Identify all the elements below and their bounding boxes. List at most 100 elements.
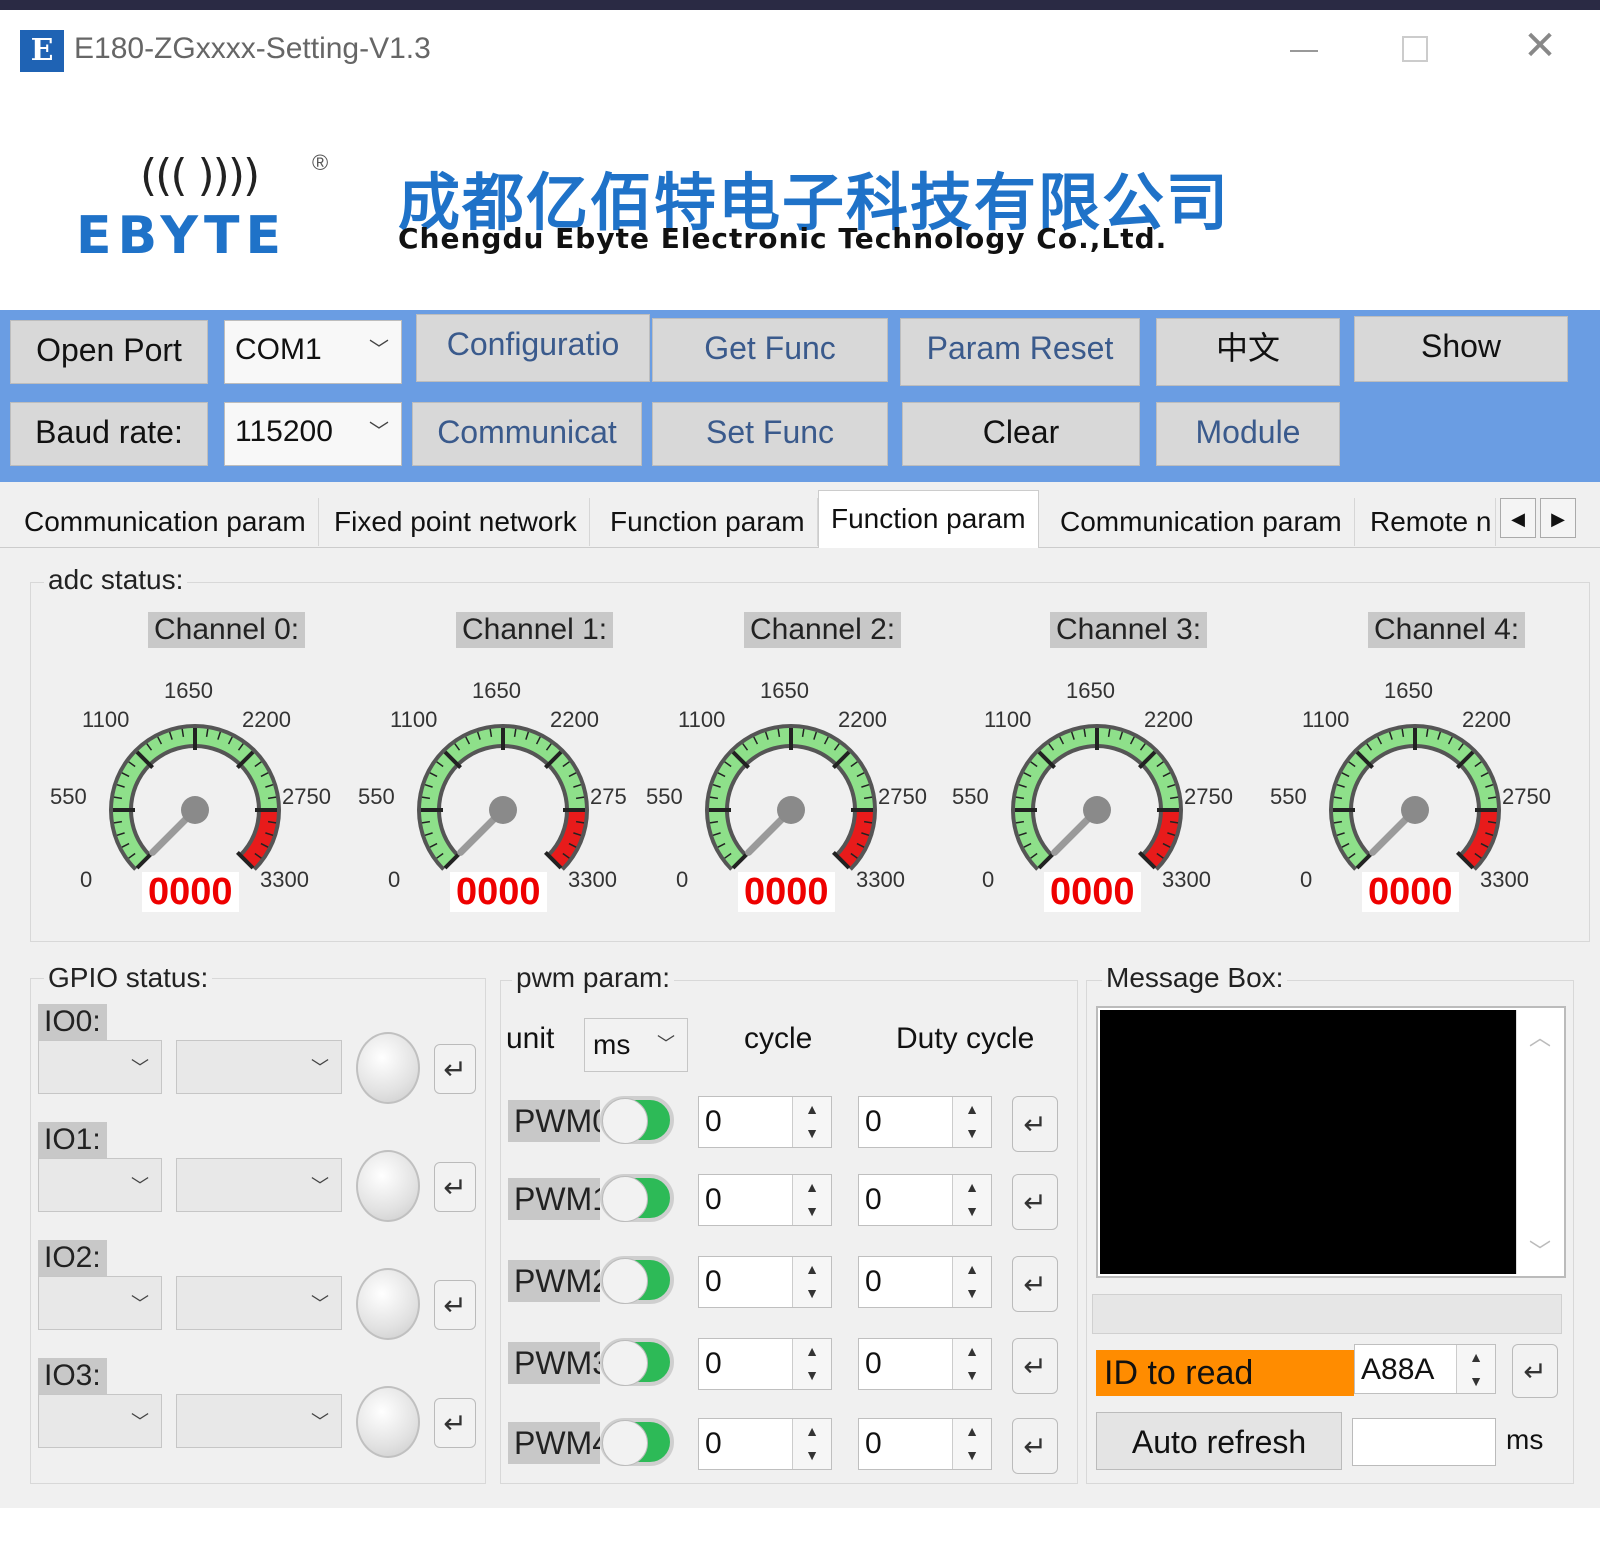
spinner-arrows-icon[interactable]: ▲ ▼ — [792, 1257, 831, 1307]
pwm-enable-toggle[interactable] — [600, 1096, 674, 1144]
scroll-down-icon[interactable]: ﹀ — [1529, 1234, 1551, 1266]
pwm-enable-toggle[interactable] — [600, 1418, 674, 1466]
pwm-apply-enter-icon[interactable]: ↵ — [1012, 1418, 1058, 1474]
window-top-strip — [0, 0, 1600, 10]
clear-button[interactable]: Clear — [902, 402, 1140, 466]
open-port-button[interactable]: Open Port — [10, 320, 208, 384]
tab-communication-param-2[interactable]: Communication param — [1048, 498, 1355, 546]
id-to-read-input[interactable]: A88A ▲ ▼ — [1354, 1344, 1496, 1394]
pwm-enable-toggle[interactable] — [600, 1256, 674, 1304]
spinner-arrows-icon[interactable]: ▲ ▼ — [952, 1097, 991, 1147]
gpio-status-led — [356, 1150, 420, 1222]
gauge-tick-label: 2750 — [1502, 784, 1551, 809]
gpio-apply-enter-icon[interactable]: ↵ — [434, 1280, 476, 1330]
gauge-tick-label: 1100 — [390, 707, 438, 732]
gpio-level-select[interactable]: ﹀ — [176, 1040, 342, 1094]
progress-bar — [1092, 1294, 1562, 1334]
pwm-duty-input[interactable]: 0 ▲ ▼ — [858, 1174, 992, 1226]
set-func-button[interactable]: Set Func — [652, 402, 888, 466]
spinner-arrows-icon[interactable]: ▲ ▼ — [952, 1257, 991, 1307]
spinner-arrows-icon[interactable]: ▲ ▼ — [1456, 1345, 1495, 1393]
auto-refresh-button[interactable]: Auto refresh — [1096, 1412, 1342, 1470]
message-box[interactable] — [1100, 1010, 1516, 1274]
pwm-cycle-input[interactable]: 0 ▲ ▼ — [698, 1418, 832, 1470]
pwm-cycle-input[interactable]: 0 ▲ ▼ — [698, 1256, 832, 1308]
minimize-icon[interactable] — [1280, 28, 1320, 68]
channel-label: Channel 2: — [744, 612, 902, 648]
pwm-duty-input[interactable]: 0 ▲ ▼ — [858, 1418, 992, 1470]
maximize-icon[interactable] — [1402, 36, 1428, 62]
gpio-mode-select[interactable]: ﹀ — [38, 1040, 162, 1094]
gpio-level-select[interactable]: ﹀ — [176, 1158, 342, 1212]
gpio-level-select[interactable]: ﹀ — [176, 1394, 342, 1448]
spinner-arrows-icon[interactable]: ▲ ▼ — [952, 1339, 991, 1389]
tab-function-param-active[interactable]: Function param — [818, 490, 1039, 548]
gpio-apply-enter-icon[interactable]: ↵ — [434, 1162, 476, 1212]
auto-refresh-interval-input[interactable] — [1352, 1418, 1496, 1466]
gauge-tick-label: 0 — [80, 867, 93, 892]
pwm-channel-label: PWM4 — [508, 1422, 600, 1464]
tab-remote[interactable]: Remote n — [1358, 498, 1496, 546]
pwm-cycle-input[interactable]: 0 ▲ ▼ — [698, 1338, 832, 1390]
pwm-cycle-value: 0 — [705, 1347, 722, 1380]
pwm-duty-input[interactable]: 0 ▲ ▼ — [858, 1256, 992, 1308]
gauge-tick-label: 550 — [50, 784, 87, 809]
spinner-arrows-icon[interactable]: ▲ ▼ — [952, 1175, 991, 1225]
gpio-level-select[interactable]: ﹀ — [176, 1276, 342, 1330]
tab-communication-param[interactable]: Communication param — [12, 498, 319, 546]
gauge-tick-label: 2200 — [838, 707, 887, 732]
pwm-cycle-input[interactable]: 0 ▲ ▼ — [698, 1174, 832, 1226]
gpio-mode-select[interactable]: ﹀ — [38, 1158, 162, 1212]
pwm-unit-select[interactable]: ms ﹀ — [584, 1018, 688, 1072]
gpio-apply-enter-icon[interactable]: ↵ — [434, 1398, 476, 1448]
pwm-apply-enter-icon[interactable]: ↵ — [1012, 1338, 1058, 1394]
spinner-arrows-icon[interactable]: ▲ ▼ — [792, 1419, 831, 1469]
gpio-status-label: GPIO status: — [44, 962, 213, 994]
pwm-apply-enter-icon[interactable]: ↵ — [1012, 1256, 1058, 1312]
pwm-cycle-input[interactable]: 0 ▲ ▼ — [698, 1096, 832, 1148]
pwm-enable-toggle[interactable] — [600, 1174, 674, 1222]
language-button[interactable]: 中文 — [1156, 318, 1340, 386]
pwm-duty-value: 0 — [865, 1347, 882, 1380]
pwm-channel-label: PWM0 — [508, 1100, 600, 1142]
gauge-tick-label: 2750 — [878, 784, 927, 809]
pwm-duty-input[interactable]: 0 ▲ ▼ — [858, 1338, 992, 1390]
tab-fixed-point-network[interactable]: Fixed point network — [322, 498, 590, 546]
com-port-select[interactable]: COM1 ﹀ — [224, 320, 402, 384]
tab-function-param[interactable]: Function param — [598, 498, 818, 546]
gpio-apply-enter-icon[interactable]: ↵ — [434, 1044, 476, 1094]
configuration-button[interactable]: Configuratio — [416, 314, 650, 382]
baud-rate-select[interactable]: 115200 ﹀ — [224, 402, 402, 466]
scroll-up-icon[interactable]: ︿ — [1529, 1020, 1551, 1052]
communication-button[interactable]: Communicat — [412, 402, 642, 466]
spinner-arrows-icon[interactable]: ▲ ▼ — [952, 1419, 991, 1469]
get-func-button[interactable]: Get Func — [652, 318, 888, 382]
module-button[interactable]: Module — [1156, 402, 1340, 466]
spinner-arrows-icon[interactable]: ▲ ▼ — [792, 1339, 831, 1389]
baud-rate-label: Baud rate: — [10, 402, 208, 466]
gauge-tick-label: 2200 — [1462, 707, 1511, 732]
gauge-tick-label: 275 — [590, 784, 627, 809]
show-button[interactable]: Show — [1354, 316, 1568, 382]
chevron-down-icon: ﹀ — [311, 1058, 329, 1078]
gpio-mode-select[interactable]: ﹀ — [38, 1276, 162, 1330]
pwm-duty-input[interactable]: 0 ▲ ▼ — [858, 1096, 992, 1148]
pwm-channel-label: PWM3 — [508, 1342, 600, 1384]
tab-scroll-right-icon[interactable]: ▶ — [1540, 498, 1576, 538]
spinner-arrows-icon[interactable]: ▲ ▼ — [792, 1175, 831, 1225]
close-icon[interactable]: ✕ — [1518, 24, 1562, 68]
message-scrollbar[interactable]: ︿ ﹀ — [1516, 1010, 1562, 1274]
tab-scroll-left-icon[interactable]: ◀ — [1500, 498, 1536, 538]
pwm-enable-toggle[interactable] — [600, 1338, 674, 1386]
spinner-arrows-icon[interactable]: ▲ ▼ — [792, 1097, 831, 1147]
window-title: E180-ZGxxxx-Setting-V1.3 — [74, 32, 431, 65]
pwm-cycle-value: 0 — [705, 1105, 722, 1138]
gauge-tick-label: 1100 — [82, 707, 130, 732]
param-reset-button[interactable]: Param Reset — [900, 318, 1140, 386]
pwm-apply-enter-icon[interactable]: ↵ — [1012, 1174, 1058, 1230]
pwm-apply-enter-icon[interactable]: ↵ — [1012, 1096, 1058, 1152]
gpio-mode-select[interactable]: ﹀ — [38, 1394, 162, 1448]
read-id-enter-icon[interactable]: ↵ — [1512, 1344, 1558, 1398]
gauge-hub — [489, 796, 517, 824]
gauge-hub — [181, 796, 209, 824]
